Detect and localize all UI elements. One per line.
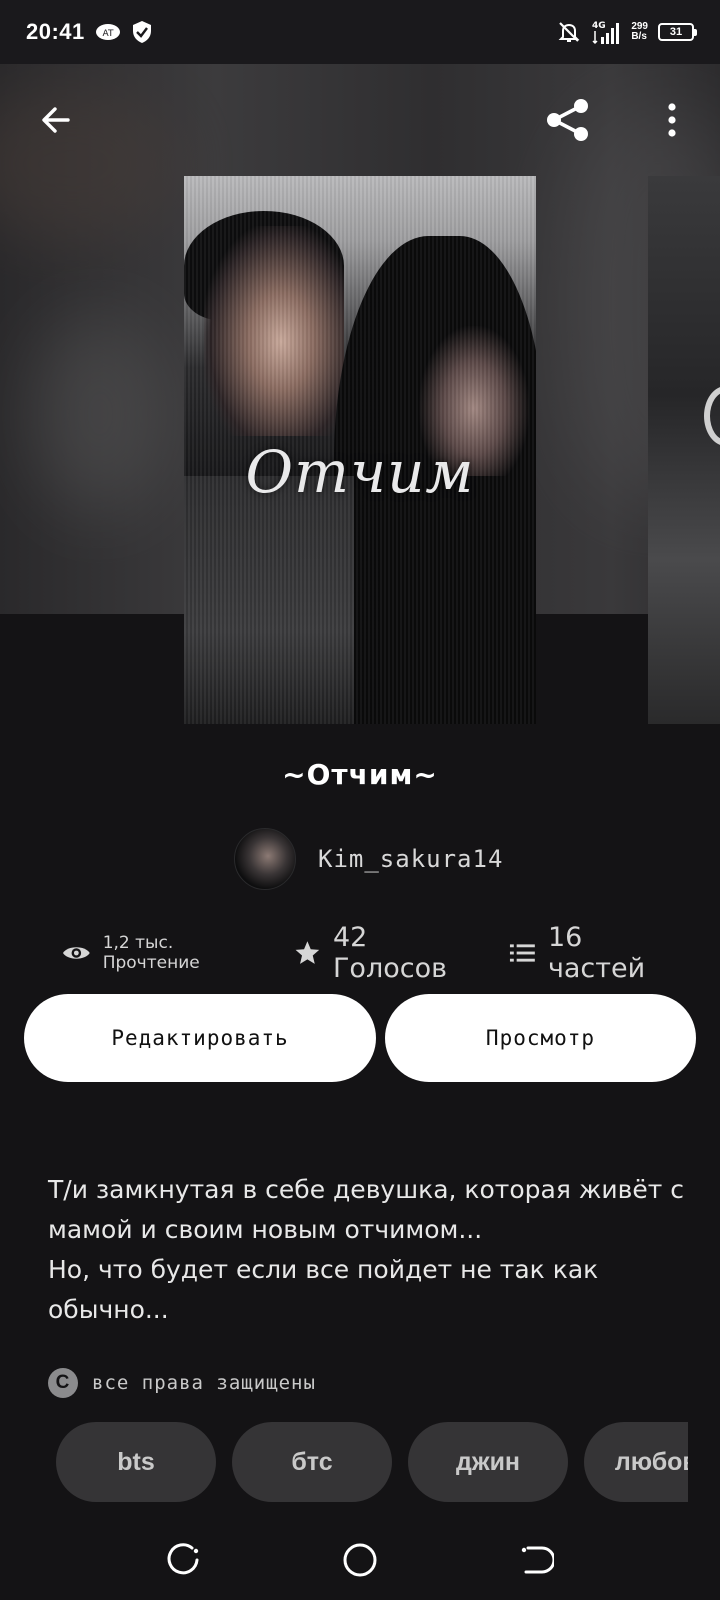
eye-icon [62,947,90,959]
votes-count: 42 Голосов [332,922,448,984]
arrow-left-icon [42,107,70,133]
reads-count: 1,2 тыс. Прочтение [102,933,200,973]
parts-count[interactable]: 16 частей [548,922,682,984]
author-name[interactable]: Kim_sakura14 [318,845,503,873]
network-type-label: 4G [592,21,606,31]
edit-button[interactable]: Редактировать [24,994,376,1082]
view-button[interactable]: Просмотр [385,994,696,1082]
back-button[interactable] [28,92,84,148]
status-right: 4G 299 B/s 31 [557,19,697,45]
story-title: ~Отчим~ [282,758,438,791]
shield-check-icon [131,20,153,44]
status-time: 20:41 [26,19,85,44]
back-nav-button[interactable] [510,1534,562,1586]
battery-level: 31 [669,26,683,38]
network-speed-unit: B/s [631,31,647,42]
tags-row[interactable]: bts бтс джин любовь [56,1422,688,1502]
share-button[interactable] [540,92,596,148]
tag-chip[interactable]: bts [56,1422,216,1502]
votes-stat: 42 Голосов [294,922,483,984]
story-stats: 1,2 тыс. Прочтение 42 Голосов 16 частей [62,922,682,984]
status-bar: 20:41 AT 4G 299 B/s 31 [0,0,720,64]
next-story-cover[interactable] [648,176,720,724]
story-description: Т/и замкнутая в себе девушка, которая жи… [48,1170,688,1330]
home-circle-icon [343,1543,377,1577]
svg-text:AT: AT [102,29,113,39]
back-nav-icon [521,1546,554,1574]
recent-apps-button[interactable] [158,1534,210,1586]
bell-off-icon [557,20,581,44]
signal-icon: 4G [591,19,621,45]
more-options-button[interactable] [644,92,700,148]
more-vertical-icon [668,103,676,137]
copyright-label: все права защищены [92,1372,316,1394]
copyright-icon: C [48,1368,78,1398]
description-line-1: Т/и замкнутая в себе девушка, которая жи… [48,1175,684,1244]
network-speed: 299 B/s [631,22,648,42]
share-icon [547,99,588,141]
description-line-2: Но, что будет если все пойдет не так как… [48,1255,599,1324]
parts-stat[interactable]: 16 частей [509,922,682,984]
author-avatar[interactable] [234,828,296,890]
author-link[interactable]: Kim_sakura14 [234,828,503,890]
tag-chip[interactable]: бтс [232,1422,392,1502]
story-cover-image[interactable]: Отчим [184,176,536,724]
system-navigation-bar [0,1520,720,1600]
recents-icon [167,1543,199,1575]
battery-icon: 31 [658,23,697,41]
status-left: 20:41 AT [26,19,153,45]
reads-stat: 1,2 тыс. Прочтение [62,933,268,973]
app-notification-icon: AT [95,23,121,41]
star-icon [295,941,320,964]
home-button[interactable] [334,1534,386,1586]
cover-title-art: Отчим [245,438,475,506]
copyright-notice: C все права защищены [48,1368,316,1398]
list-icon [510,944,535,962]
tag-chip[interactable]: любовь [584,1422,688,1502]
tag-chip[interactable]: джин [408,1422,568,1502]
